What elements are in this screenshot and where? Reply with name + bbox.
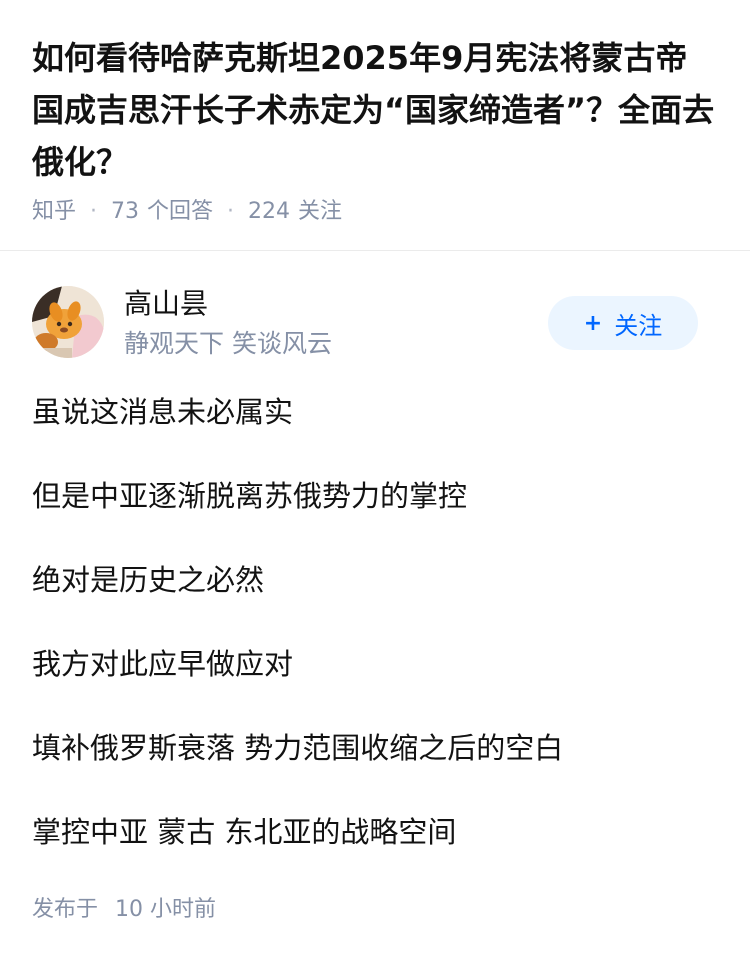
publish-info: 发布于 10 小时前 — [32, 894, 226, 926]
author-name[interactable]: 高山昙 — [124, 286, 208, 322]
answer-content: 虽说这消息未必属实 但是中亚逐渐脱离苏俄势力的掌控 绝对是历史之必然 我方对此应… — [32, 390, 718, 894]
answers-count: 73 — [111, 199, 140, 224]
plus-icon: + — [583, 310, 603, 336]
answer-paragraph: 但是中亚逐渐脱离苏俄势力的掌控 — [32, 479, 468, 513]
follow-label: 关注 — [614, 311, 663, 340]
author-bio: 静观天下 笑谈风云 — [124, 329, 332, 358]
avatar-image — [32, 286, 104, 358]
answer-paragraph: 绝对是历史之必然 — [32, 563, 265, 597]
follow-button[interactable]: + 关注 — [548, 296, 698, 350]
followers-label: 关注 — [298, 199, 343, 224]
meta-separator: · — [90, 199, 98, 224]
answer-paragraph: 虽说这消息未必属实 — [32, 395, 294, 429]
source-label[interactable]: 知乎 — [32, 196, 76, 228]
author-card: 高山昙 静观天下 笑谈风云 + 关注 — [32, 284, 718, 360]
question-title[interactable]: 如何看待哈萨克斯坦2025年9月宪法将蒙古帝国成吉思汗长子术赤定为“国家缔造者”… — [32, 32, 718, 188]
answer-paragraph: 掌控中亚 蒙古 东北亚的战略空间 — [32, 815, 457, 849]
section-divider — [0, 250, 750, 251]
answer-paragraph: 我方对此应早做应对 — [32, 647, 294, 681]
avatar[interactable] — [32, 286, 104, 358]
question-meta: 知乎 · 73 个回答 · 224 关注 — [32, 196, 342, 228]
answers-label[interactable]: 个回答 — [147, 196, 213, 228]
followers-count: 224 — [248, 199, 291, 224]
meta-separator: · — [227, 199, 235, 224]
publish-time: 10 小时前 — [115, 897, 217, 922]
answer-paragraph: 填补俄罗斯衰落 势力范围收缩之后的空白 — [32, 731, 564, 765]
publish-prefix: 发布于 — [32, 897, 99, 922]
